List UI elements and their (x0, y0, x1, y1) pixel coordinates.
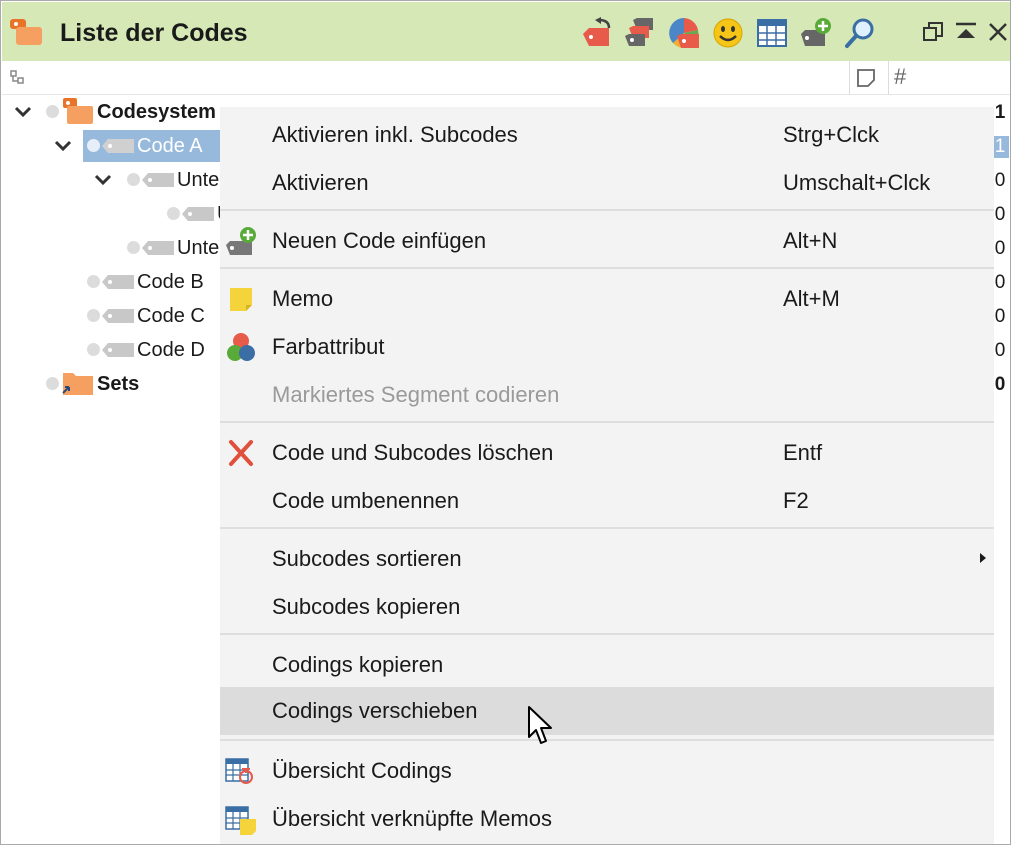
tree-item-label[interactable]: Code C (137, 305, 205, 328)
new-code-icon (226, 227, 256, 255)
menu-separator (220, 527, 994, 529)
code-list-window: Liste der Codes # Codesystem 1 Code A 1 … (0, 0, 1011, 845)
tree-item-label[interactable]: Unte (177, 237, 220, 260)
code-tag-icon (142, 173, 174, 187)
codings-overview-icon (225, 758, 253, 784)
menu-item-new-code[interactable]: Neuen Code einfügen Alt+N (220, 217, 994, 265)
chevron-down-icon[interactable] (93, 170, 113, 190)
code-colors-icon[interactable] (623, 16, 657, 50)
window-title: Liste der Codes (60, 19, 248, 47)
code-tag-icon (102, 139, 134, 153)
menu-item-linked-memos-overview[interactable]: Übersicht verknüpfte Memos (220, 795, 994, 843)
menu-item-color-attribute[interactable]: Farbattribut (220, 323, 994, 371)
status-dot (127, 241, 140, 254)
menu-item-memo[interactable]: Memo Alt+M (220, 275, 994, 323)
memos-overview-icon (225, 806, 256, 835)
menu-item-rename-code[interactable]: Code umbenennen F2 (220, 477, 994, 525)
status-dot (46, 377, 59, 390)
status-dot (87, 139, 100, 152)
new-code-icon[interactable] (799, 16, 833, 50)
code-tag-icon (142, 241, 174, 255)
chevron-down-icon[interactable] (53, 136, 73, 156)
restore-icon[interactable] (921, 20, 945, 44)
code-back-icon[interactable] (579, 16, 613, 50)
menu-item-codings-overview[interactable]: Übersicht Codings (220, 747, 994, 795)
tree-item-label[interactable]: Code A (137, 135, 203, 158)
code-tag-icon (102, 343, 134, 357)
collapse-icon[interactable] (954, 20, 978, 44)
menu-separator (220, 633, 994, 635)
code-tag-icon (182, 207, 214, 221)
status-dot (46, 105, 59, 118)
menu-item-activate[interactable]: Aktivieren Umschalt+Clck (220, 159, 994, 207)
menu-item-move-codings[interactable]: Codings verschieben (220, 687, 994, 735)
status-dot (87, 309, 100, 322)
menu-separator (220, 739, 994, 741)
smiley-icon[interactable] (711, 16, 745, 50)
memo-icon (230, 288, 252, 311)
status-dot (167, 207, 180, 220)
table-icon[interactable] (755, 16, 789, 50)
delete-icon (229, 440, 253, 466)
context-menu: Aktivieren inkl. Subcodes Strg+Clck Akti… (220, 107, 994, 844)
code-chart-icon[interactable] (667, 16, 701, 50)
sets-folder-icon (62, 373, 93, 395)
submenu-arrow-icon (980, 553, 986, 563)
color-attribute-icon (227, 333, 255, 361)
tree-item-label[interactable]: Code D (137, 339, 205, 362)
chevron-down-icon[interactable] (13, 102, 33, 122)
code-system-icon (63, 98, 93, 124)
menu-separator (220, 421, 994, 423)
mouse-cursor-icon (528, 706, 552, 744)
menu-item-copy-codings[interactable]: Codings kopieren (220, 641, 994, 689)
search-icon[interactable] (843, 16, 877, 50)
menu-item-activate-with-subcodes[interactable]: Aktivieren inkl. Subcodes Strg+Clck (220, 111, 994, 159)
title-bar: Liste der Codes (2, 2, 1010, 61)
code-tag-icon (102, 275, 134, 289)
menu-item-sort-subcodes[interactable]: Subcodes sortieren (220, 535, 994, 583)
tree-view-icon[interactable] (9, 69, 27, 87)
menu-item-delete-code[interactable]: Code und Subcodes löschen Entf (220, 429, 994, 477)
menu-item-copy-subcodes[interactable]: Subcodes kopieren (220, 583, 994, 631)
status-dot (127, 173, 140, 186)
code-tag-icon (102, 309, 134, 323)
column-separator (888, 61, 889, 95)
status-dot (87, 275, 100, 288)
menu-separator (220, 267, 994, 269)
menu-item-code-marked-segment: Markiertes Segment codieren (272, 382, 560, 407)
tree-item-label[interactable]: Unte (177, 169, 220, 192)
count-header[interactable]: # (894, 64, 906, 90)
close-icon[interactable] (986, 20, 1010, 44)
tree-sets-label[interactable]: Sets (97, 373, 139, 396)
status-dot (87, 343, 100, 356)
menu-separator (220, 209, 994, 211)
tree-root-label[interactable]: Codesystem (97, 101, 216, 124)
note-icon[interactable] (856, 68, 876, 88)
code-system-icon (10, 19, 42, 45)
tree-item-label[interactable]: Code B (137, 271, 204, 294)
column-separator (849, 61, 850, 95)
